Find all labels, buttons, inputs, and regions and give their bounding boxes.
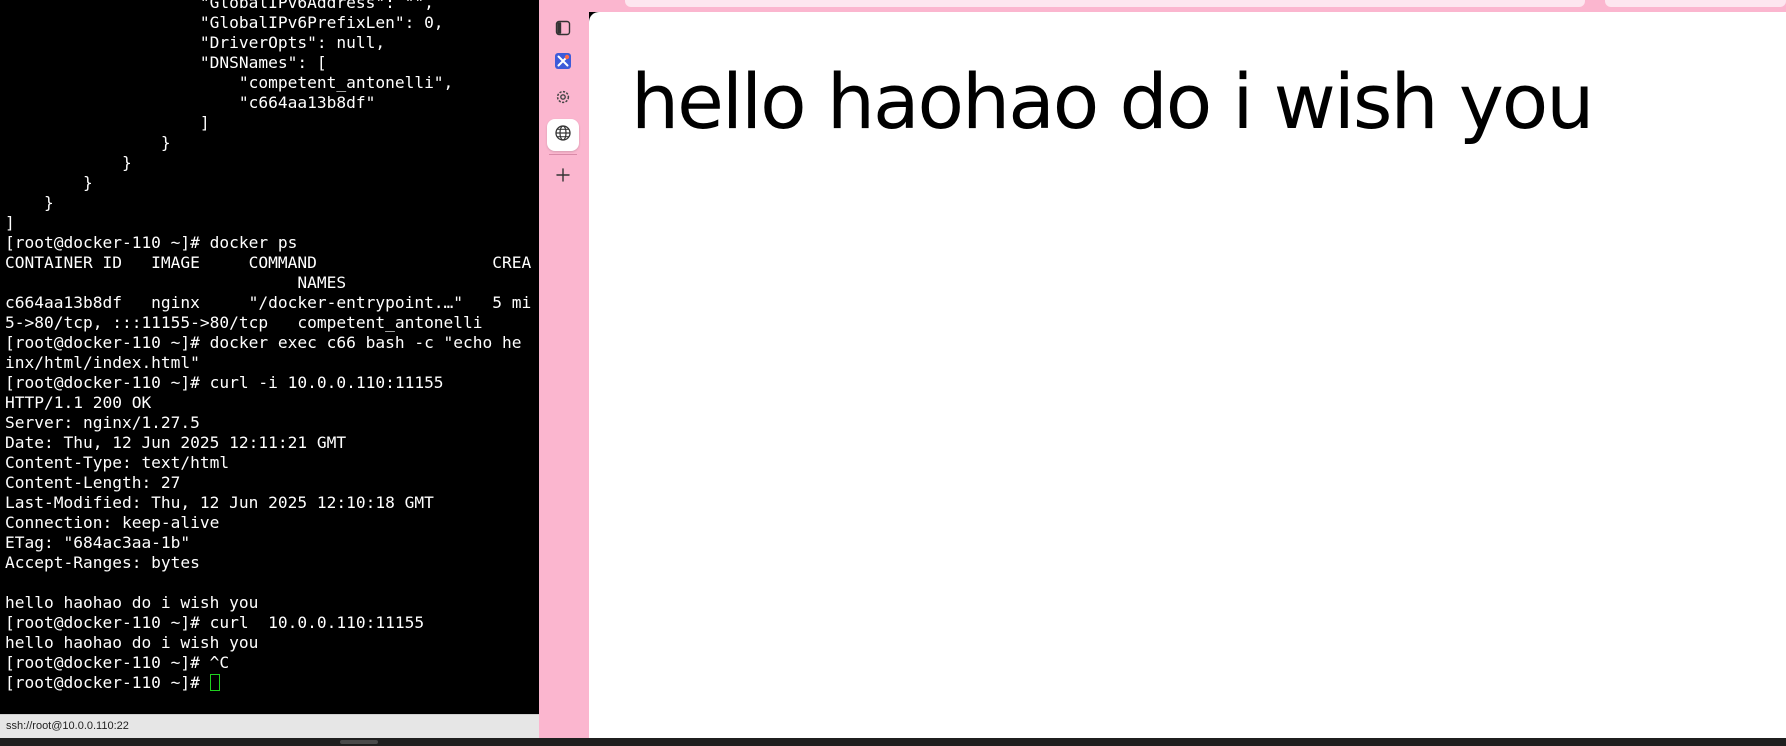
terminal-line: Content-Type: text/html	[5, 453, 230, 472]
terminal-line: "DriverOpts": null,	[5, 33, 386, 52]
web-panel-button[interactable]	[547, 119, 579, 151]
terminal-line: [root@docker-110 ~]# docker exec c66 bas…	[5, 333, 522, 352]
terminal-line: }	[5, 133, 171, 152]
add-panel-button[interactable]	[547, 161, 579, 193]
terminal-line: [root@docker-110 ~]# docker ps	[5, 233, 298, 252]
terminal-prompt-line[interactable]: [root@docker-110 ~]#	[5, 673, 531, 693]
terminal-line: Content-Length: 27	[5, 473, 181, 492]
tabs-panel-icon	[554, 19, 572, 41]
browser-tab-strip	[589, 0, 1786, 12]
terminal-line: ETag: "684ac3aa-1b"	[5, 533, 191, 552]
connection-status: ssh://root@10.0.0.110:22	[6, 720, 129, 732]
taskbar-item[interactable]	[340, 740, 378, 744]
browser-sidebar	[539, 0, 589, 738]
terminal-line: HTTP/1.1 200 OK	[5, 393, 152, 412]
address-bar-edge[interactable]	[625, 0, 1585, 7]
terminal-line: "GlobalIPv6Address": "",	[5, 0, 434, 12]
terminal-line: Date: Thu, 12 Jun 2025 12:11:21 GMT	[5, 433, 347, 452]
terminal-line: Last-Modified: Thu, 12 Jun 2025 12:10:18…	[5, 493, 434, 512]
settings-gear-icon	[554, 88, 572, 110]
terminal-line: "c664aa13b8df"	[5, 93, 376, 112]
web-page: hello haohao do i wish you	[589, 12, 1786, 738]
terminal-line: [root@docker-110 ~]# curl 10.0.0.110:111…	[5, 613, 425, 632]
extension-button[interactable]	[547, 47, 579, 79]
terminal-line: NAMES	[5, 273, 347, 292]
tabs-panel-button[interactable]	[547, 14, 579, 46]
terminal-line: }	[5, 173, 93, 192]
page-heading: hello haohao do i wish you	[631, 57, 1594, 146]
terminal-line: 5->80/tcp, :::11155->80/tcp competent_an…	[5, 313, 483, 332]
settings-button[interactable]	[547, 83, 579, 115]
toolbar-edge[interactable]	[1605, 0, 1786, 7]
desktop: "GlobalIPv6Address": "", "GlobalIPv6Pref…	[0, 0, 1786, 746]
terminal-line: Connection: keep-alive	[5, 513, 220, 532]
terminal-cursor	[209, 674, 220, 691]
terminal-line: "DNSNames": [	[5, 53, 327, 72]
terminal-status-bar: ssh://root@10.0.0.110:22	[0, 714, 539, 738]
terminal-prompt: [root@docker-110 ~]#	[5, 673, 210, 692]
terminal-line: hello haohao do i wish you	[5, 593, 259, 612]
terminal-line: }	[5, 193, 54, 212]
terminal-line: inx/html/index.html"	[5, 353, 200, 372]
terminal-line: CONTAINER ID IMAGE COMMAND CREA	[5, 253, 532, 272]
terminal-line: Accept-Ranges: bytes	[5, 553, 200, 572]
terminal-output: "GlobalIPv6Address": "", "GlobalIPv6Pref…	[5, 0, 531, 693]
terminal-window[interactable]: "GlobalIPv6Address": "", "GlobalIPv6Pref…	[0, 0, 539, 714]
terminal-line: "competent_antonelli",	[5, 73, 454, 92]
terminal-line: ]	[5, 213, 15, 232]
terminal-line: }	[5, 153, 132, 172]
sidebar-divider	[549, 154, 577, 155]
extension-icon	[554, 52, 572, 74]
terminal-line: c664aa13b8df nginx "/docker-entrypoint.……	[5, 293, 532, 312]
terminal-line: [root@docker-110 ~]# curl -i 10.0.0.110:…	[5, 373, 444, 392]
terminal-line: Server: nginx/1.27.5	[5, 413, 200, 432]
terminal-line: "GlobalIPv6PrefixLen": 0,	[5, 13, 444, 32]
terminal-line: [root@docker-110 ~]# ^C	[5, 653, 230, 672]
taskbar-edge	[0, 738, 1786, 746]
terminal-line: ]	[5, 113, 210, 132]
add-icon	[555, 167, 571, 187]
terminal-line: hello haohao do i wish you	[5, 633, 259, 652]
globe-icon	[554, 124, 572, 146]
